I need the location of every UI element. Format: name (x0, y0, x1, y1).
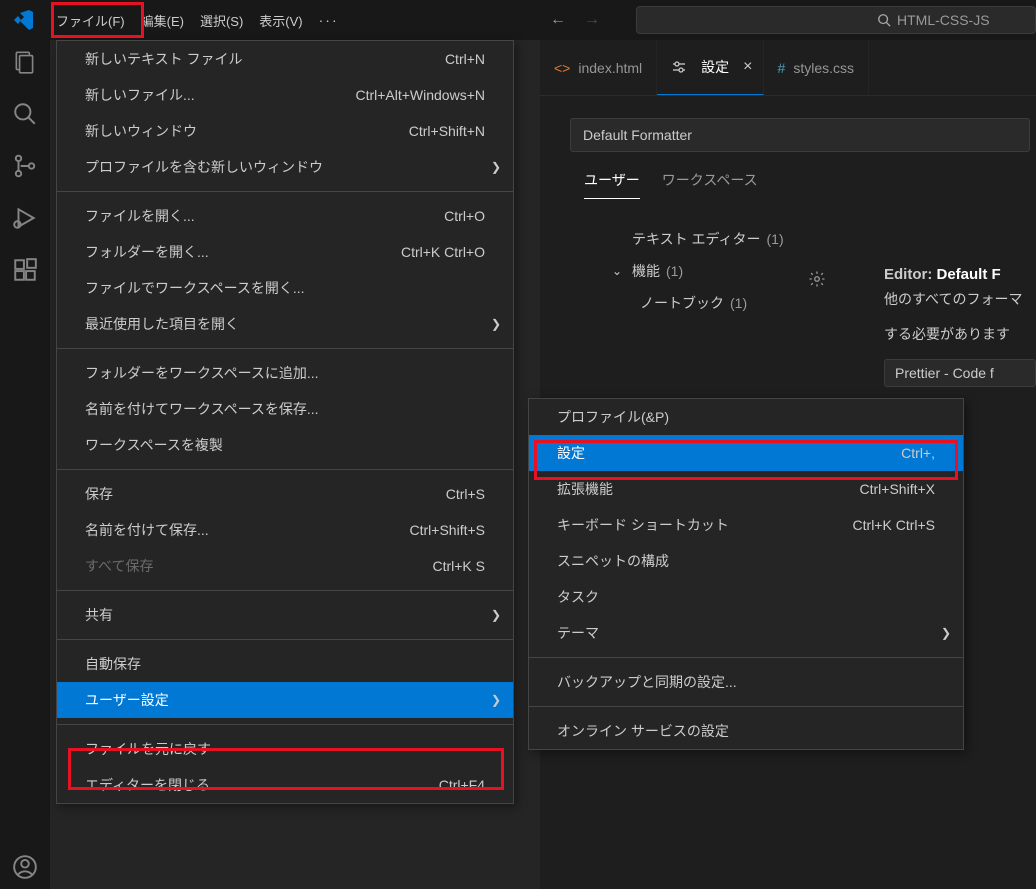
menu-item[interactable]: 名前を付けてワークスペースを保存... (57, 391, 513, 427)
html-file-icon: <> (554, 60, 570, 76)
menu-item[interactable]: エディターを閉じるCtrl+F4 (57, 767, 513, 803)
menu-item[interactable]: 拡張機能Ctrl+Shift+X (529, 471, 963, 507)
menu-view[interactable]: 表示(V) (251, 0, 310, 40)
menu-item[interactable]: 新しいテキスト ファイルCtrl+N (57, 41, 513, 77)
menu-edit[interactable]: 編集(E) (133, 0, 192, 40)
vscode-logo-icon (12, 8, 36, 32)
menu-item[interactable]: ユーザー設定❯ (57, 682, 513, 718)
editor-tabs: <> index.html 設定 × # styles.css (540, 40, 1036, 96)
menu-item[interactable]: フォルダーをワークスペースに追加... (57, 355, 513, 391)
command-center[interactable]: HTML-CSS-JS (636, 6, 1036, 34)
menu-select[interactable]: 選択(S) (192, 0, 251, 40)
menu-file[interactable]: ファイル(F) (48, 0, 133, 40)
tab-settings[interactable]: 設定 × (657, 40, 763, 95)
activity-explorer-icon[interactable] (11, 48, 39, 76)
menu-item[interactable]: 自動保存 (57, 646, 513, 682)
tab-index-html[interactable]: <> index.html (540, 40, 657, 95)
menu-item[interactable]: フォルダーを開く...Ctrl+K Ctrl+O (57, 234, 513, 270)
menu-item[interactable]: 新しいファイル...Ctrl+Alt+Windows+N (57, 77, 513, 113)
settings-search-input[interactable] (570, 118, 1030, 152)
menu-item[interactable]: すべて保存Ctrl+K S (57, 548, 513, 584)
search-icon (877, 13, 891, 27)
css-file-icon: # (778, 60, 786, 76)
activity-search-icon[interactable] (11, 100, 39, 128)
tab-styles-css[interactable]: # styles.css (764, 40, 869, 95)
menu-item[interactable]: ファイルでワークスペースを開く... (57, 270, 513, 306)
menubar: ファイル(F) 編集(E) 選択(S) 表示(V) ··· (48, 0, 347, 40)
user-settings-submenu: プロファイル(&P)設定Ctrl+,拡張機能Ctrl+Shift+Xキーボード … (528, 398, 964, 750)
nav-back-icon[interactable]: ← (550, 11, 566, 29)
activity-account-icon[interactable] (11, 853, 39, 881)
chevron-right-icon: ❯ (491, 160, 501, 174)
menu-item[interactable]: タスク (529, 579, 963, 615)
menu-item[interactable]: 保存Ctrl+S (57, 476, 513, 512)
menu-item[interactable]: オンライン サービスの設定 (529, 713, 963, 749)
menu-item[interactable]: 最近使用した項目を開く❯ (57, 306, 513, 342)
menu-item[interactable]: 共有❯ (57, 597, 513, 633)
menu-item[interactable]: ワークスペースを複製 (57, 427, 513, 463)
chevron-right-icon: ❯ (491, 317, 501, 331)
chevron-right-icon: ❯ (491, 693, 501, 707)
titlebar: ファイル(F) 編集(E) 選択(S) 表示(V) ··· ← → HTML-C… (0, 0, 1036, 40)
nav-forward-icon[interactable]: → (584, 11, 600, 29)
menu-item[interactable]: ファイルを元に戻す (57, 731, 513, 767)
menu-item[interactable]: バックアップと同期の設定... (529, 664, 963, 700)
menu-item[interactable]: テーマ❯ (529, 615, 963, 651)
settings-sliders-icon (671, 59, 687, 75)
command-center-text: HTML-CSS-JS (897, 12, 990, 28)
menu-item[interactable]: 設定Ctrl+, (529, 435, 963, 471)
setting-editor-default-formatter: Editor: Default F 他のすべてのフォーマ する必要があります P… (838, 240, 1036, 407)
activity-extensions-icon[interactable] (11, 256, 39, 284)
nav-arrows: ← → (550, 11, 600, 29)
menu-item[interactable]: 新しいウィンドウCtrl+Shift+N (57, 113, 513, 149)
gear-icon[interactable] (808, 270, 826, 288)
default-formatter-select[interactable]: Prettier - Code f (884, 359, 1036, 387)
menu-item[interactable]: プロファイルを含む新しいウィンドウ❯ (57, 149, 513, 185)
menu-item[interactable]: キーボード ショートカットCtrl+K Ctrl+S (529, 507, 963, 543)
activity-debug-icon[interactable] (11, 204, 39, 232)
menu-item[interactable]: スニペットの構成 (529, 543, 963, 579)
menu-item[interactable]: プロファイル(&P) (529, 399, 963, 435)
chevron-right-icon: ❯ (941, 626, 951, 640)
chevron-down-icon: ⌄ (612, 264, 626, 278)
menu-item[interactable]: 名前を付けて保存...Ctrl+Shift+S (57, 512, 513, 548)
activity-source-control-icon[interactable] (11, 152, 39, 180)
activity-bar (0, 40, 50, 889)
close-icon[interactable]: × (743, 58, 752, 76)
menu-item[interactable]: ファイルを開く...Ctrl+O (57, 198, 513, 234)
scope-workspace-tab[interactable]: ワークスペース (662, 170, 758, 199)
menu-more[interactable]: ··· (311, 0, 347, 40)
chevron-right-icon: ❯ (491, 608, 501, 622)
settings-scope-tabs: ユーザー ワークスペース (584, 170, 1036, 199)
scope-user-tab[interactable]: ユーザー (584, 170, 640, 199)
file-dropdown-menu: 新しいテキスト ファイルCtrl+N新しいファイル...Ctrl+Alt+Win… (56, 40, 514, 804)
